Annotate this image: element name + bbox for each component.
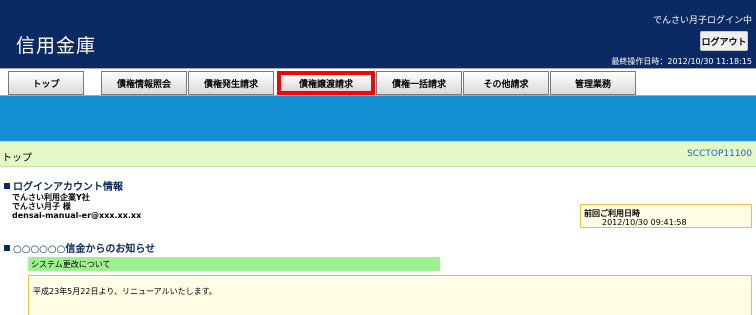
square-bullet-icon bbox=[4, 182, 10, 189]
screen-id: SCCTOP11100 bbox=[687, 149, 752, 159]
square-bullet-icon bbox=[4, 244, 10, 251]
notice-item-title: システム更改について bbox=[28, 257, 440, 271]
tab-top[interactable]: トップ bbox=[8, 71, 84, 95]
user-name: でんさい月子 様 bbox=[12, 202, 71, 211]
account-section-heading: ログインアカウント情報 bbox=[4, 178, 123, 193]
last-login-box: 前回ご利用日時 2012/10/30 09:41:58 bbox=[580, 204, 752, 228]
user-email: densai-manual-er@xxx.xx.xx bbox=[12, 211, 142, 220]
tab-admin[interactable]: 管理業務 bbox=[550, 71, 636, 95]
notice-section-heading: ○○○○○○信金からのお知らせ bbox=[4, 240, 155, 255]
page-title-bar: トップ SCCTOP11100 bbox=[0, 141, 756, 167]
logged-in-user: でんさい月子ログイン中 bbox=[652, 16, 752, 26]
page-title: トップ bbox=[2, 153, 32, 164]
header-bar: 信用金庫 でんさい月子ログイン中 ログアウト 最終操作日時：2012/10/30… bbox=[0, 0, 756, 68]
notice-item-body: 平成23年5月22日より、リニューアルいたします。 bbox=[28, 275, 752, 315]
company-name: でんさい利用企業Y社 bbox=[12, 193, 90, 202]
sub-nav-band bbox=[0, 96, 756, 141]
tab-credit-inquiry[interactable]: 債権情報照会 bbox=[101, 71, 187, 95]
last-operation-time: 最終操作日時：2012/10/30 11:18:15 bbox=[611, 57, 752, 66]
account-heading-text: ログインアカウント情報 bbox=[13, 182, 123, 193]
last-login-value: 2012/10/30 09:41:58 bbox=[602, 218, 687, 227]
tab-credit-transfer[interactable]: 債権譲渡請求 bbox=[277, 71, 375, 95]
brand-name: 信用金庫 bbox=[16, 35, 97, 57]
logout-button[interactable]: ログアウト bbox=[700, 31, 748, 51]
main-nav: トップ 債権情報照会 債権発生請求 債権譲渡請求 債権一括請求 その他請求 管理… bbox=[0, 68, 756, 96]
tab-other-request[interactable]: その他請求 bbox=[463, 71, 549, 95]
tab-credit-issue[interactable]: 債権発生請求 bbox=[188, 71, 274, 95]
notice-heading-text: ○○○○○○信金からのお知らせ bbox=[13, 244, 156, 255]
account-info: でんさい利用企業Y社 でんさい月子 様 densai-manual-er@xxx… bbox=[12, 193, 141, 220]
tab-bulk-request[interactable]: 債権一括請求 bbox=[376, 71, 462, 95]
